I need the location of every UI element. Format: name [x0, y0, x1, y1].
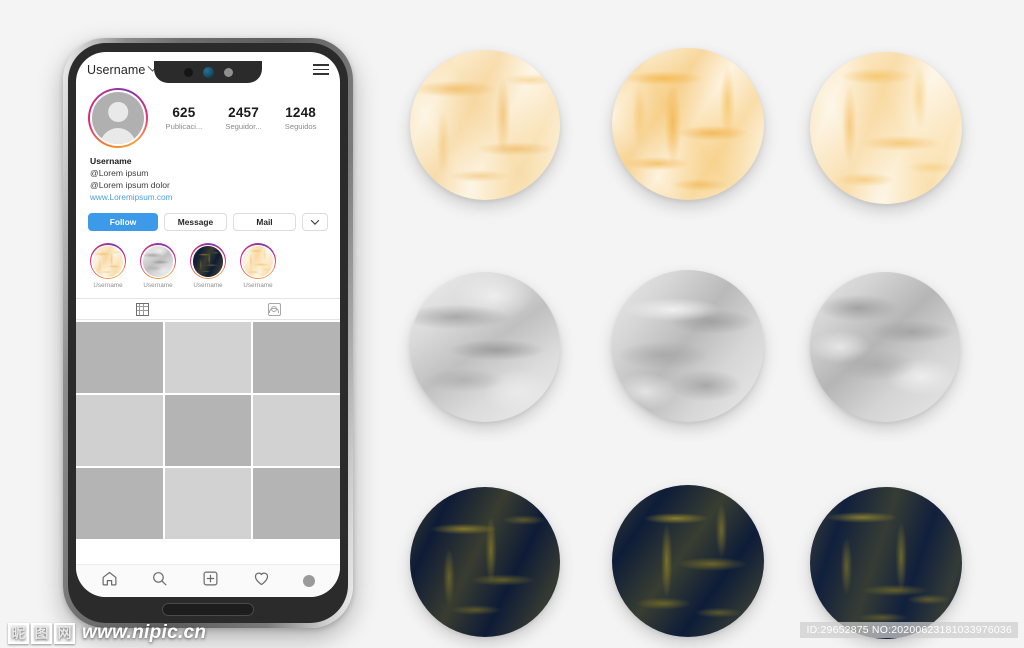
story-ring [140, 243, 176, 280]
grid-icon [135, 302, 149, 316]
story-inner [91, 244, 125, 278]
hamburger-line [313, 64, 329, 66]
profile-row: 625 Publicaci... 2457 Seguidor... 1248 S… [76, 82, 340, 148]
watermark-logo: 昵 图 网 [8, 622, 75, 644]
bio-website-link[interactable]: www.Loremipsum.com [90, 192, 326, 204]
stat-label: Publicaci... [165, 122, 203, 131]
gray-marble-3-swatch[interactable] [810, 272, 960, 422]
story-highlight[interactable]: Username [140, 243, 176, 289]
photo-cell[interactable] [253, 322, 340, 394]
tab-grid[interactable] [76, 299, 208, 319]
watermark-logo-char: 图 [31, 622, 52, 644]
chevron-down-icon [310, 216, 320, 226]
story-label: Username [243, 282, 273, 290]
hamburger-line [313, 73, 329, 75]
image-id-badge: ID:29652875 NO:20200623181033976036 [800, 622, 1018, 638]
gold-marble-2-swatch[interactable] [612, 48, 764, 200]
photo-cell[interactable] [164, 468, 252, 540]
stat-value: 2457 [228, 105, 259, 120]
story-inner [241, 244, 275, 278]
stat-posts[interactable]: 625 Publicaci... [166, 105, 203, 131]
story-highlights: Username Username Username Username [76, 231, 340, 298]
gold-marble-1-swatch[interactable] [410, 50, 560, 200]
front-camera-icon [202, 66, 214, 78]
default-avatar-icon [92, 92, 144, 144]
search-icon[interactable] [151, 570, 168, 592]
story-highlight[interactable]: Username [240, 243, 276, 289]
profile-stats: 625 Publicaci... 2457 Seguidor... 1248 S… [148, 105, 328, 131]
stat-value: 1248 [285, 105, 317, 120]
watermark-logo-char: 昵 [8, 622, 29, 644]
dark-marble-2-swatch[interactable] [612, 485, 764, 637]
photo-grid [76, 320, 340, 540]
heart-icon[interactable] [253, 570, 270, 592]
story-highlight[interactable]: Username [90, 243, 126, 289]
story-label: Username [193, 282, 223, 290]
marble-swatch-grid [390, 40, 990, 639]
story-ring [240, 243, 276, 280]
watermark-url: www.nipic.cn [82, 622, 207, 643]
home-indicator [162, 603, 254, 616]
avatar-frame [90, 90, 146, 146]
dark-marble-1-swatch[interactable] [410, 487, 560, 637]
site-watermark: 昵 图 网 www.nipic.cn [8, 622, 206, 644]
phone-screen: Username 625 Publicaci... 2457 Seguidor.… [76, 52, 340, 597]
avatar[interactable] [88, 88, 148, 148]
story-inner [191, 244, 225, 278]
photo-cell[interactable] [164, 322, 252, 394]
hamburger-line [313, 68, 329, 71]
stat-following[interactable]: 1248 Seguidos [285, 105, 317, 131]
story-thumbnail [92, 245, 124, 277]
stat-followers[interactable]: 2457 Seguidor... [225, 105, 261, 131]
bottom-nav-bar [76, 564, 340, 597]
tab-tagged[interactable] [208, 299, 340, 319]
story-label: Username [93, 282, 123, 290]
more-options-button[interactable] [302, 213, 328, 232]
bio-line-1: @Lorem ipsum [90, 168, 149, 179]
story-ring [190, 243, 226, 280]
photo-cell[interactable] [76, 322, 163, 394]
photo-cell[interactable] [253, 395, 340, 467]
story-thumbnail [192, 245, 224, 277]
photo-cell[interactable] [164, 395, 252, 467]
tagged-person-icon [267, 302, 281, 316]
photo-cell[interactable] [76, 395, 163, 467]
story-thumbnail [242, 245, 274, 277]
follow-button[interactable]: Follow [88, 213, 158, 232]
earpiece-speaker-icon [223, 67, 233, 77]
hamburger-icon[interactable] [313, 64, 329, 75]
add-post-icon[interactable] [202, 570, 219, 592]
gray-marble-2-swatch[interactable] [612, 270, 764, 422]
story-label: Username [143, 282, 173, 290]
story-ring [90, 243, 126, 280]
stat-label: Seguidor... [225, 122, 262, 131]
profile-tab-bar [76, 298, 340, 321]
phone-body: Username 625 Publicaci... 2457 Seguidor.… [68, 43, 348, 623]
story-thumbnail [142, 245, 174, 277]
photo-cell[interactable] [253, 468, 340, 540]
mail-button[interactable]: Mail [233, 213, 296, 232]
story-highlight[interactable]: Username [190, 243, 226, 289]
message-button[interactable]: Message [164, 213, 227, 232]
header-username-dropdown[interactable]: Username [87, 61, 158, 77]
profile-action-buttons: Follow Message Mail [76, 203, 340, 232]
profile-dot-icon[interactable] [303, 575, 316, 587]
header-username-label: Username [87, 62, 146, 77]
phone-notch [154, 61, 262, 83]
bio-display-name: Username [90, 156, 132, 166]
gray-marble-1-swatch[interactable] [410, 272, 560, 422]
stat-value: 625 [172, 105, 196, 120]
phone-mockup: Username 625 Publicaci... 2457 Seguidor.… [63, 38, 353, 628]
proximity-sensor-icon [183, 67, 193, 77]
gold-marble-3-swatch[interactable] [810, 52, 962, 204]
photo-cell[interactable] [76, 468, 163, 540]
home-icon[interactable] [101, 570, 118, 592]
story-inner [141, 244, 175, 278]
watermark-logo-char: 网 [54, 622, 75, 644]
dark-marble-3-swatch[interactable] [810, 487, 962, 639]
profile-bio: Username @Lorem ipsum @Lorem ipsum dolor… [76, 148, 340, 203]
bio-line-2: @Lorem ipsum dolor [90, 180, 170, 191]
stat-label: Seguidos [284, 122, 317, 131]
